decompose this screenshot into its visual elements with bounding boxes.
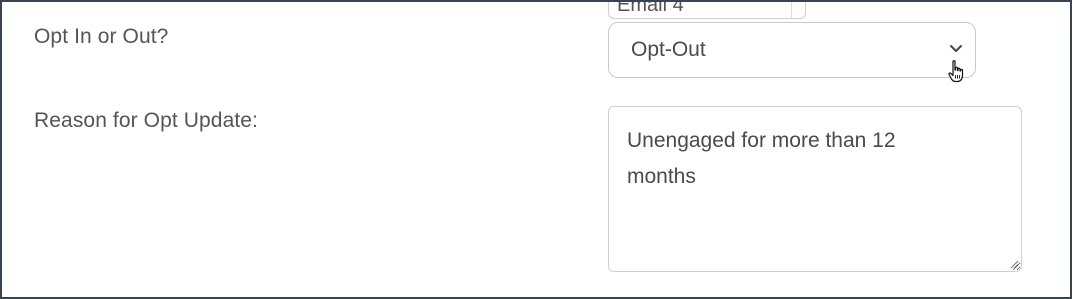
chevron-down-icon [950,45,962,52]
opt-in-out-select[interactable]: Opt-Out [608,22,976,78]
previous-select-divider [791,2,792,18]
reason-textarea[interactable]: Unengaged for more than 12 months [608,106,1022,272]
resize-grip-icon[interactable] [1009,259,1019,269]
reason-for-opt-update-label: Reason for Opt Update: [34,109,258,132]
reason-textarea-value: Unengaged for more than 12 months [627,129,896,188]
opt-in-out-label: Opt In or Out? [34,25,169,48]
previous-select-field[interactable]: Email 4 [608,0,806,19]
form-panel: Email 4 Opt In or Out? Opt-Out Reason fo… [0,0,1072,299]
opt-in-out-selected-value: Opt-Out [631,38,706,61]
previous-select-value: Email 4 [617,0,684,16]
